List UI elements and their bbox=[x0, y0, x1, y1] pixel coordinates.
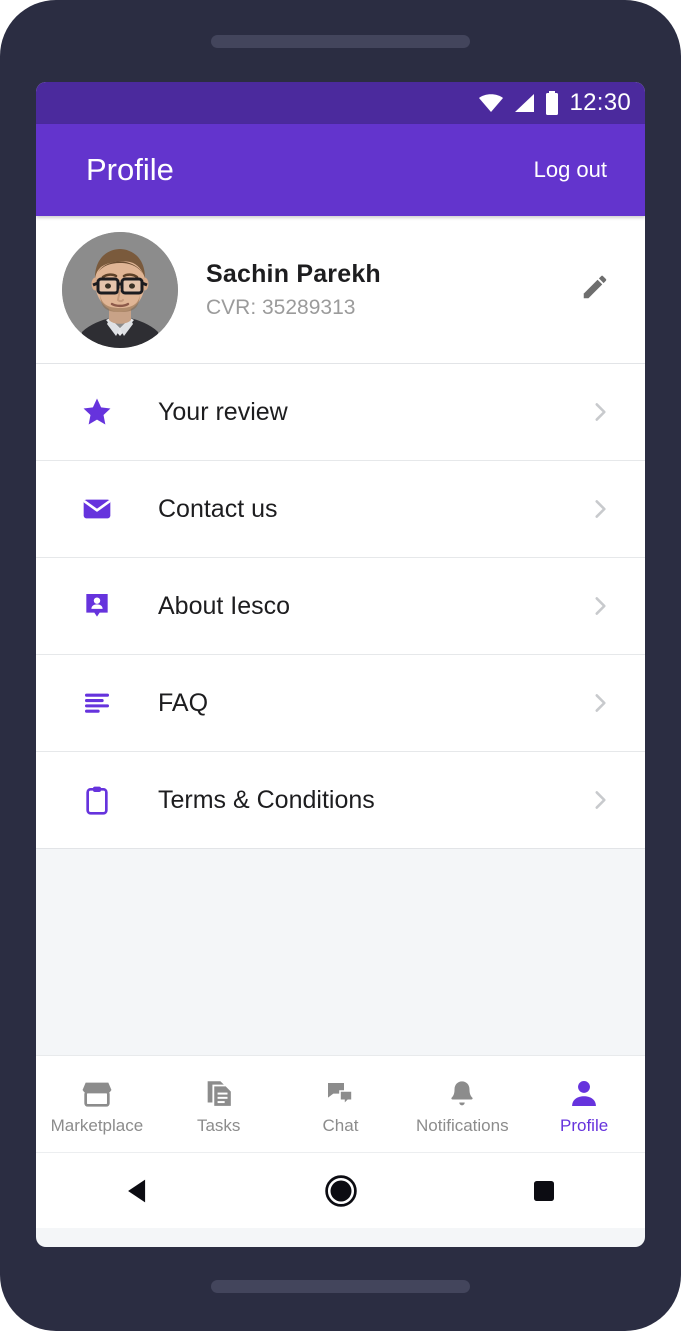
status-bar: 12:30 bbox=[36, 82, 645, 124]
phone-frame: 12:30 Profile Log out Sachin Parekh CVR:… bbox=[0, 0, 681, 1331]
star-icon bbox=[36, 395, 158, 429]
phone-screen: 12:30 Profile Log out Sachin Parekh CVR:… bbox=[36, 82, 645, 1247]
speaker-grille-top bbox=[211, 35, 470, 48]
avatar[interactable] bbox=[62, 231, 178, 348]
menu-item-label: FAQ bbox=[158, 688, 209, 717]
menu-item-about-iesco[interactable]: About Iesco bbox=[36, 558, 645, 655]
chevron-right-icon bbox=[587, 399, 613, 425]
profile-card[interactable]: Sachin Parekh CVR: 35289313 bbox=[36, 216, 645, 364]
menu-item-contact-us[interactable]: Contact us bbox=[36, 461, 645, 558]
chevron-right-icon bbox=[587, 496, 613, 522]
bottom-navigation-bar: Marketplace Tasks Chat Notifications Pro… bbox=[36, 1055, 645, 1152]
nav-item-tasks[interactable]: Tasks bbox=[158, 1073, 280, 1136]
menu-item-label: Contact us bbox=[158, 494, 278, 523]
nav-item-chat[interactable]: Chat bbox=[280, 1073, 402, 1136]
edit-profile-button[interactable] bbox=[575, 270, 615, 310]
clipboard-icon bbox=[36, 784, 158, 816]
chat-bubbles-icon bbox=[323, 1073, 357, 1111]
wifi-icon bbox=[478, 93, 504, 113]
page-title: Profile bbox=[86, 152, 174, 187]
nav-item-label: Notifications bbox=[415, 1115, 509, 1135]
profile-cvr: CVR: 35289313 bbox=[206, 295, 356, 319]
recents-square-icon[interactable] bbox=[509, 1166, 579, 1216]
empty-content-area bbox=[36, 849, 645, 1055]
menu-item-label: Your review bbox=[158, 397, 288, 426]
menu-item-faq[interactable]: FAQ bbox=[36, 655, 645, 752]
logout-button[interactable]: Log out bbox=[534, 157, 607, 183]
menu-item-terms-conditions[interactable]: Terms & Conditions bbox=[36, 752, 645, 849]
status-bar-clock: 12:30 bbox=[569, 89, 631, 116]
menu-item-label: About Iesco bbox=[158, 591, 291, 620]
chevron-right-icon bbox=[587, 593, 613, 619]
app-bar: Profile Log out bbox=[36, 124, 645, 216]
android-system-nav bbox=[36, 1152, 645, 1228]
battery-icon bbox=[544, 91, 560, 115]
signal-icon bbox=[513, 93, 535, 113]
menu-item-your-review[interactable]: Your review bbox=[36, 364, 645, 461]
contact-badge-icon bbox=[36, 590, 158, 622]
nav-item-label: Chat bbox=[322, 1115, 359, 1135]
list-lines-icon bbox=[36, 687, 158, 719]
back-triangle-icon[interactable] bbox=[103, 1166, 173, 1216]
bell-icon bbox=[446, 1073, 478, 1111]
home-circle-icon[interactable] bbox=[306, 1166, 376, 1216]
menu-item-label: Terms & Conditions bbox=[158, 785, 375, 814]
store-icon bbox=[79, 1073, 115, 1111]
nav-item-notifications[interactable]: Notifications bbox=[401, 1073, 523, 1136]
nav-item-label: Profile bbox=[559, 1115, 609, 1135]
pencil-icon bbox=[580, 272, 610, 307]
profile-info: Sachin Parekh CVR: 35289313 bbox=[178, 260, 575, 320]
nav-item-label: Marketplace bbox=[50, 1115, 144, 1135]
speaker-grille-bottom bbox=[211, 1280, 470, 1293]
documents-icon bbox=[202, 1073, 236, 1111]
chevron-right-icon bbox=[587, 787, 613, 813]
menu-list: Your review Contact us About Iesco FAQ T… bbox=[36, 364, 645, 849]
nav-item-label: Tasks bbox=[196, 1115, 241, 1135]
nav-item-marketplace[interactable]: Marketplace bbox=[36, 1073, 158, 1136]
nav-item-profile[interactable]: Profile bbox=[523, 1073, 645, 1136]
person-icon bbox=[567, 1073, 601, 1111]
envelope-icon bbox=[36, 493, 158, 525]
chevron-right-icon bbox=[587, 690, 613, 716]
profile-name: Sachin Parekh bbox=[206, 259, 381, 288]
